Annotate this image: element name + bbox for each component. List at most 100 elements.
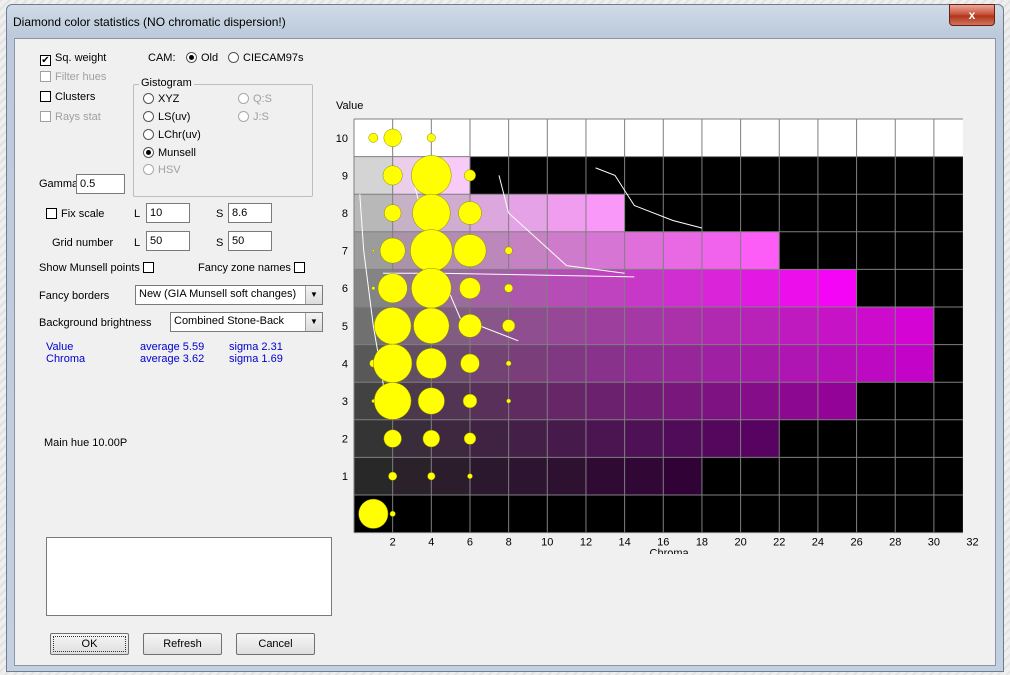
main-hue-text: Main hue 10.00P (44, 437, 128, 449)
grid-cell (547, 495, 586, 533)
filter-hues-checkbox[interactable]: Filter hues (40, 71, 106, 83)
grid-cell (547, 156, 586, 195)
data-bubble (505, 360, 512, 367)
grid-number-l-field[interactable] (146, 231, 190, 251)
grid-cell (817, 194, 857, 232)
grid-cell (624, 119, 664, 157)
grid-number-s-label: S (216, 237, 224, 249)
grid-cell (585, 419, 625, 458)
fancy-borders-select[interactable]: New (GIA Munsell soft changes) ▼ (135, 285, 323, 305)
ok-button[interactable]: OK (50, 633, 129, 655)
refresh-button[interactable]: Refresh (143, 633, 222, 655)
background-brightness-select[interactable]: Combined Stone-Back ▼ (170, 312, 323, 332)
fix-scale-l-field[interactable] (146, 203, 190, 223)
grid-cell (585, 269, 625, 307)
grid-cell (817, 156, 857, 195)
grid-cell (817, 495, 857, 533)
data-bubble (411, 155, 452, 196)
grid-cell (779, 156, 818, 195)
data-bubble (415, 348, 447, 379)
grid-cell (740, 119, 780, 157)
x-tick-label: 22 (773, 537, 785, 549)
grid-cell (817, 344, 857, 383)
show-munsell-points-checkbox[interactable]: Show Munsell points (39, 262, 158, 274)
title-bar[interactable]: Diamond color statistics (NO chromatic d… (7, 4, 1003, 37)
data-bubble (458, 201, 482, 225)
grid-cell (740, 419, 780, 458)
gistogram-qs-radio[interactable]: Q:S (238, 93, 272, 105)
grid-cell (701, 457, 741, 495)
grid-number-l-label: L (134, 237, 141, 249)
fix-scale-s-label: S (216, 208, 224, 220)
grid-cell (624, 495, 664, 533)
gistogram-lchruv-radio[interactable]: LChr(uv) (143, 129, 201, 141)
grid-number-s-field[interactable] (228, 231, 272, 251)
message-box[interactable] (46, 537, 332, 616)
grid-cell (895, 344, 934, 383)
grid-cell (585, 382, 625, 420)
background-brightness-label: Background brightness (39, 317, 152, 329)
stats-chroma-average: average 3.62 (140, 353, 205, 365)
grid-cell (508, 382, 548, 420)
grid-cell (701, 307, 741, 345)
y-tick-label: 4 (342, 358, 348, 370)
cancel-button[interactable]: Cancel (236, 633, 315, 655)
grid-cell (817, 382, 857, 420)
grid-cell (856, 269, 896, 307)
stats-chroma-label: Chroma (46, 353, 86, 365)
stats-value-label: Value (46, 341, 74, 353)
data-bubble (368, 132, 379, 143)
grid-cell (469, 457, 509, 495)
data-bubble (389, 510, 396, 517)
grid-cell (663, 269, 702, 307)
x-axis-label: Chroma (650, 548, 690, 554)
y-tick-label: 9 (342, 170, 348, 182)
gistogram-js-radio[interactable]: J:S (238, 111, 269, 123)
close-button[interactable]: x (949, 4, 995, 26)
fix-scale-l-label: L (134, 208, 141, 220)
fancy-zone-names-checkbox[interactable]: Fancy zone names (198, 262, 309, 274)
grid-cell (933, 156, 963, 195)
grid-cell (585, 457, 625, 495)
x-tick-label: 4 (428, 537, 434, 549)
cam-old-radio[interactable]: Old (186, 52, 218, 64)
radio-icon (143, 129, 154, 140)
grid-cell (933, 457, 963, 495)
grid-cell (624, 307, 664, 345)
grid-cell (701, 382, 741, 420)
grid-cell (779, 231, 818, 270)
clusters-checkbox[interactable]: Clusters (40, 91, 95, 103)
radio-selected-icon (143, 147, 154, 158)
data-bubble (358, 498, 389, 529)
grid-cell (508, 495, 548, 533)
fix-scale-checkbox[interactable]: Fix scale (46, 208, 104, 220)
grid-cell (663, 231, 702, 270)
gistogram-munsell-radio[interactable]: Munsell (143, 147, 196, 159)
rays-stat-checkbox[interactable]: Rays stat (40, 111, 101, 123)
y-tick-label: 2 (342, 434, 348, 446)
data-bubble (377, 273, 408, 304)
gistogram-lsuv-radio[interactable]: LS(uv) (143, 111, 190, 123)
grid-cell (701, 419, 741, 458)
sq-weight-checkbox[interactable]: ✔ Sq. weight (40, 52, 106, 66)
data-bubble (504, 246, 513, 255)
grid-cell (547, 231, 586, 270)
grid-cell (585, 344, 625, 383)
gistogram-xyz-radio[interactable]: XYZ (143, 93, 179, 105)
data-bubble (388, 471, 398, 481)
data-bubble (384, 204, 402, 222)
grid-cell (585, 194, 625, 232)
grid-cell (895, 156, 934, 195)
gistogram-hsv-radio[interactable]: HSV (143, 164, 181, 176)
gamma-field[interactable] (76, 174, 125, 194)
y-axis-label: Value (336, 100, 363, 112)
grid-cell (508, 194, 548, 232)
grid-cell (585, 119, 625, 157)
grid-cell (701, 119, 741, 157)
grid-cell (895, 119, 934, 157)
fix-scale-s-field[interactable] (228, 203, 272, 223)
grid-cell (817, 457, 857, 495)
grid-cell (547, 344, 586, 383)
data-bubble (383, 429, 402, 448)
cam-ciecam-radio[interactable]: CIECAM97s (228, 52, 304, 64)
